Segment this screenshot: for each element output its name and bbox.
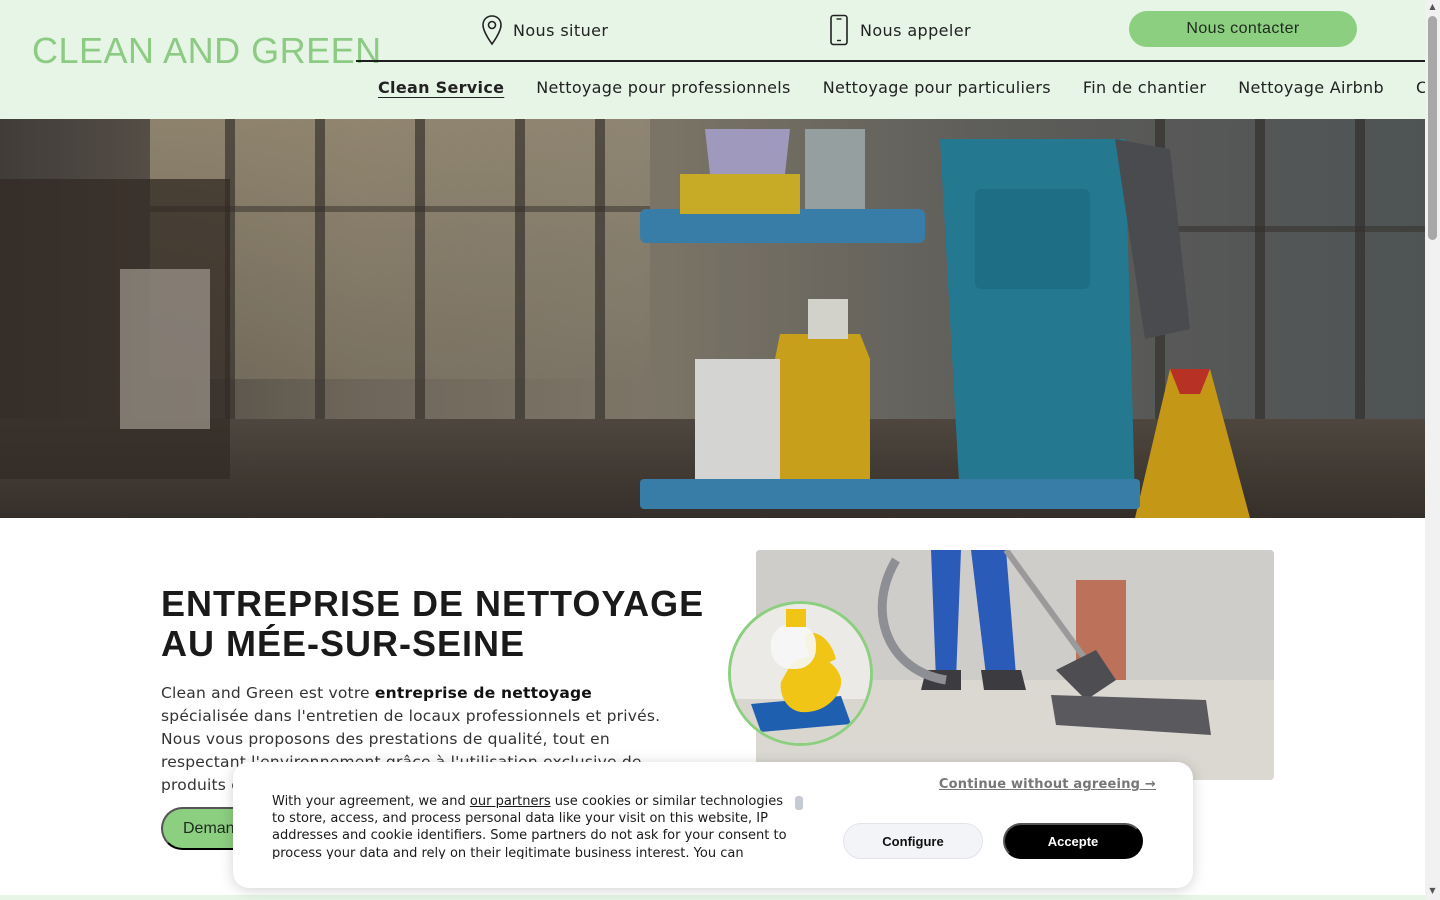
call-link[interactable]: Nous appeler: [828, 14, 971, 46]
hero-image: [0, 119, 1425, 518]
header-divider: [356, 60, 1425, 62]
cookie-consent-text: With your agreement, we and our partners…: [272, 793, 792, 859]
scroll-up-arrow-icon[interactable]: ▲: [1425, 2, 1440, 14]
cookie-scrollbar[interactable]: [795, 796, 803, 810]
intro-bold-text: entreprise de nettoyage: [374, 684, 593, 702]
phone-icon: [830, 14, 848, 46]
nav-item-clean-service[interactable]: Clean Service: [362, 78, 520, 102]
page-scrollbar[interactable]: ▲ ▼: [1425, 0, 1440, 900]
scroll-down-arrow-icon[interactable]: ▼: [1425, 886, 1440, 898]
cookie-text-start: With your agreement, we and: [272, 794, 470, 809]
footer-strip: [0, 895, 1425, 900]
intro-text-start: Clean and Green est votre: [161, 684, 375, 702]
configure-button[interactable]: Configure: [843, 823, 983, 859]
continue-without-agreeing-link[interactable]: Continue without agreeing →: [939, 777, 1156, 792]
page-title: ENTREPRISE DE NETTOYAGE AU MÉE-SUR-SEINE: [161, 583, 705, 664]
call-label: Nous appeler: [860, 20, 971, 40]
site-header: CLEAN AND GREEN Nous situer Nous appeler…: [0, 0, 1440, 119]
scrollbar-thumb[interactable]: [1428, 16, 1437, 240]
nav-item-particuliers[interactable]: Nettoyage pour particuliers: [807, 78, 1067, 102]
nav-item-fin-de-chantier[interactable]: Fin de chantier: [1067, 78, 1222, 102]
our-partners-link[interactable]: our partners: [470, 794, 551, 809]
locate-label: Nous situer: [513, 20, 609, 40]
cookie-banner: Continue without agreeing → With your ag…: [233, 762, 1193, 888]
contact-button[interactable]: Nous contacter: [1129, 11, 1357, 47]
location-pin-icon: [482, 15, 502, 46]
locate-link[interactable]: Nous situer: [481, 14, 608, 46]
nav-item-airbnb[interactable]: Nettoyage Airbnb: [1222, 78, 1400, 102]
nav-item-professionnels[interactable]: Nettoyage pour professionnels: [520, 78, 806, 102]
site-logo[interactable]: CLEAN AND GREEN: [32, 30, 382, 72]
accept-button[interactable]: Accepte: [1003, 823, 1143, 859]
cookie-text-container[interactable]: With your agreement, we and our partners…: [272, 793, 792, 859]
cleaning-glove-photo: [728, 601, 873, 746]
main-nav: Clean Service Nettoyage pour professionn…: [362, 78, 1440, 102]
